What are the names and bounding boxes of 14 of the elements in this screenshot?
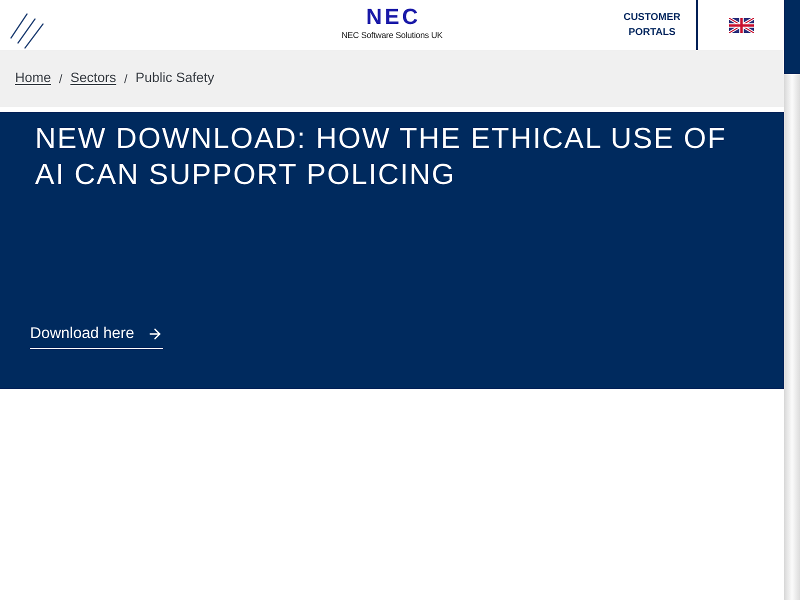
- flag-icon[interactable]: [728, 18, 754, 32]
- menu-icon[interactable]: [10, 13, 44, 49]
- breadcrumb-separator: /: [124, 70, 128, 88]
- hero-title: NEW DOWNLOAD: HOW THE ETHICAL USE OF AI CAN SUPPORT POLICING: [35, 122, 728, 193]
- breadcrumb-separator: /: [59, 70, 62, 88]
- breadcrumb-link[interactable]: Sectors: [70, 68, 116, 89]
- scrollbar-thumb[interactable]: [784, 0, 800, 74]
- breadcrumb-link[interactable]: Home: [15, 68, 52, 89]
- logo-tagline: NEC Software Solutions UK: [341, 29, 443, 41]
- logo-wordmark[interactable]: NEC: [363, 6, 420, 28]
- breadcrumb-current: Public Safety: [135, 69, 214, 88]
- scrollbar-track[interactable]: [784, 0, 800, 600]
- download-link[interactable]: Download here: [30, 324, 164, 349]
- customer-portals-link[interactable]: CUSTOMER PORTALS: [623, 0, 681, 50]
